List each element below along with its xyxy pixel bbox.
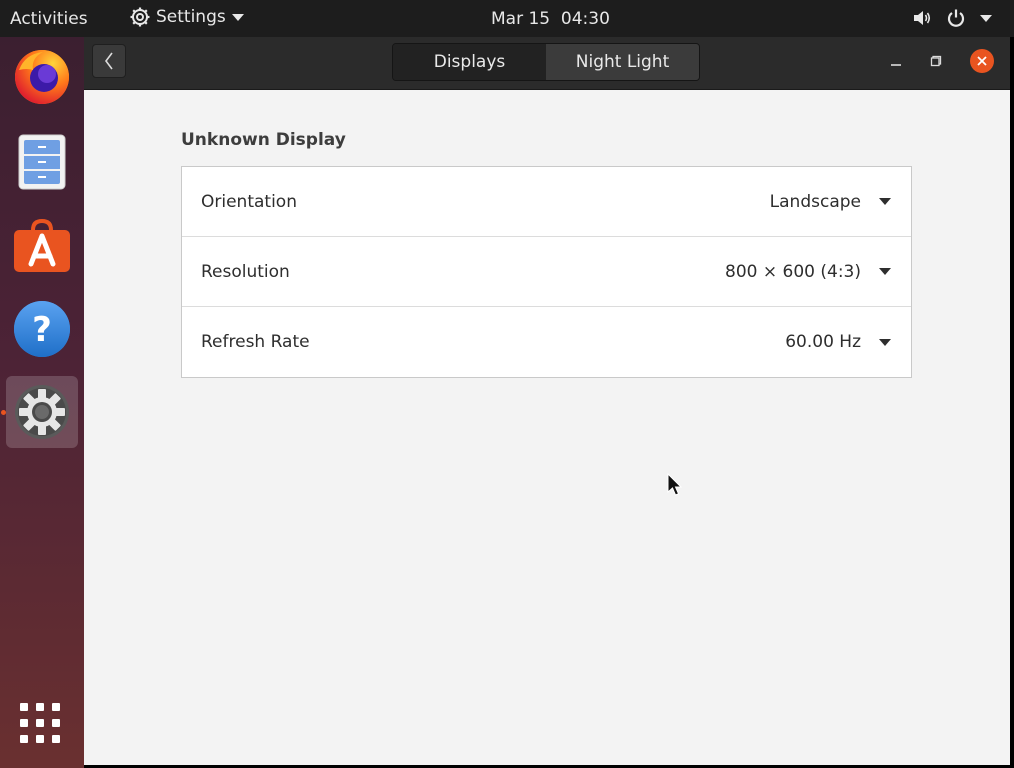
help-icon: ?	[14, 301, 70, 357]
minimize-icon[interactable]	[890, 55, 902, 67]
refresh-rate-row[interactable]: Refresh Rate 60.00 Hz	[182, 307, 911, 377]
orientation-label: Orientation	[201, 191, 297, 212]
dock-item-settings[interactable]	[6, 376, 78, 448]
resolution-value: 800 × 600 (4:3)	[725, 261, 861, 282]
settings-gear-small-icon	[130, 7, 150, 27]
settings-window: Displays Night Light Unknown Display Ori…	[84, 37, 1010, 765]
files-icon	[18, 134, 66, 190]
desktop: Activities Settings Mar 15 04:30 ? Displ…	[0, 0, 1014, 768]
close-icon	[977, 56, 987, 66]
tab-displays[interactable]: Displays	[393, 44, 546, 80]
dock-item-software[interactable]	[6, 209, 78, 281]
refresh-rate-value: 60.00 Hz	[785, 332, 861, 352]
settings-gear-icon	[15, 385, 69, 439]
displays-panel: Unknown Display Orientation Landscape Re…	[84, 90, 1010, 765]
power-icon	[947, 9, 965, 27]
back-button[interactable]	[92, 44, 126, 78]
svg-text:?: ?	[32, 310, 52, 350]
refresh-rate-label: Refresh Rate	[201, 332, 310, 352]
display-name-heading: Unknown Display	[181, 130, 346, 150]
top-bar: Activities Settings Mar 15 04:30	[0, 0, 1014, 37]
mouse-pointer-icon	[667, 473, 683, 496]
dock: ?	[0, 37, 84, 768]
orientation-row[interactable]: Orientation Landscape	[182, 167, 911, 237]
menu-caret-icon	[980, 14, 992, 22]
resolution-row[interactable]: Resolution 800 × 600 (4:3)	[182, 237, 911, 307]
volume-icon	[914, 11, 931, 25]
dock-item-help[interactable]: ?	[6, 293, 78, 365]
window-controls	[890, 49, 994, 73]
dropdown-arrow-icon	[879, 268, 891, 275]
activities-button[interactable]: Activities	[10, 9, 88, 29]
resolution-dropdown[interactable]: 800 × 600 (4:3)	[725, 262, 891, 282]
system-tray[interactable]	[912, 8, 992, 28]
chevron-left-icon	[105, 52, 113, 70]
show-applications-icon[interactable]	[20, 703, 60, 743]
display-settings-list: Orientation Landscape Resolution 800 × 6…	[181, 166, 912, 378]
tab-night-light[interactable]: Night Light	[546, 44, 699, 80]
software-store-icon	[14, 218, 70, 272]
dropdown-arrow-icon	[879, 338, 891, 346]
app-menu[interactable]: Settings	[130, 7, 244, 27]
firefox-icon	[15, 50, 69, 104]
orientation-value: Landscape	[769, 191, 861, 212]
orientation-dropdown[interactable]: Landscape	[770, 192, 891, 212]
running-indicator	[1, 410, 6, 415]
dock-item-firefox[interactable]	[6, 41, 78, 113]
resolution-label: Resolution	[201, 261, 290, 282]
refresh-rate-dropdown[interactable]: 60.00 Hz	[785, 332, 891, 352]
tab-switcher: Displays Night Light	[392, 43, 700, 81]
chevron-down-icon	[231, 13, 244, 21]
close-button[interactable]	[970, 49, 994, 73]
clock[interactable]: Mar 15 04:30	[491, 9, 610, 29]
app-menu-label: Settings	[156, 7, 226, 27]
header-bar: Displays Night Light	[84, 37, 1010, 90]
dropdown-arrow-icon	[879, 198, 891, 205]
maximize-icon[interactable]	[930, 55, 942, 67]
dock-item-files[interactable]	[6, 126, 78, 198]
